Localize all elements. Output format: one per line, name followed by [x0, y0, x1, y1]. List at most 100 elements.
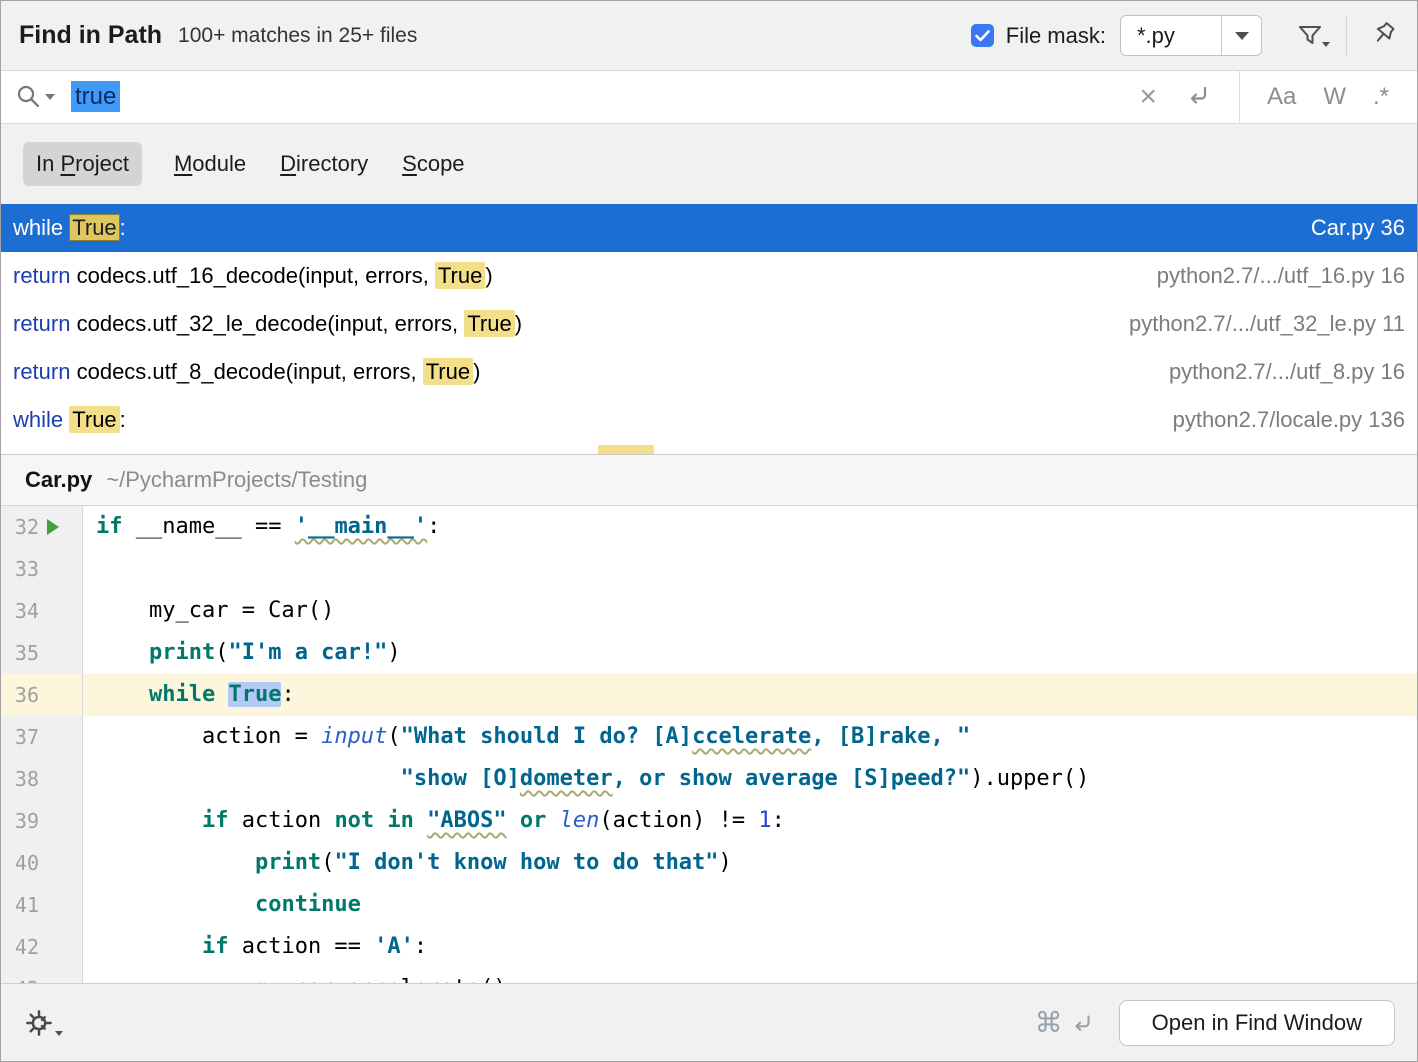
chevron-down-icon[interactable]	[1221, 16, 1261, 55]
code-line: 42 if action == 'A':	[1, 926, 1417, 968]
results-list: while True: Car.py 36 return codecs.utf_16…	[1, 204, 1417, 444]
code-text[interactable]	[83, 548, 96, 590]
search-options-separator	[1239, 71, 1240, 124]
search-icon[interactable]	[1, 83, 63, 111]
line-number: 40	[1, 842, 39, 884]
code-line: 36 while True:	[1, 674, 1417, 716]
result-text: return codecs.utf_8_decode(input, errors…	[13, 359, 480, 385]
editor-gutter: 43	[1, 968, 83, 983]
code-line: 41 continue	[1, 884, 1417, 926]
result-text: while True:	[13, 407, 126, 433]
editor-gutter: 36	[1, 674, 83, 716]
open-in-find-window-button[interactable]: Open in Find Window	[1119, 1000, 1395, 1046]
code-text[interactable]: print("I'm a car!")	[83, 632, 401, 674]
editor-gutter: 33	[1, 548, 83, 590]
editor-gutter: 34	[1, 590, 83, 632]
file-mask-label: File mask:	[1006, 23, 1106, 49]
code-text[interactable]: if action == 'A':	[83, 926, 427, 968]
preview-file-name: Car.py	[25, 467, 92, 493]
file-mask-checkbox[interactable]	[971, 24, 994, 47]
code-text[interactable]: if action not in "ABOS" or len(action) !…	[83, 800, 785, 842]
line-number: 39	[1, 800, 39, 842]
code-text[interactable]: action = input("What should I do? [A]cce…	[83, 716, 970, 758]
scope-tabs: In Project Module Directory Scope	[1, 124, 1417, 204]
line-number: 34	[1, 590, 39, 632]
code-line: 35 print("I'm a car!")	[1, 632, 1417, 674]
code-line: 33	[1, 548, 1417, 590]
line-number: 35	[1, 632, 39, 674]
code-line: 40 print("I don't know how to do that")	[1, 842, 1417, 884]
code-text[interactable]: print("I don't know how to do that")	[83, 842, 732, 884]
code-line: 37 action = input("What should I do? [A]…	[1, 716, 1417, 758]
result-file-reference: python2.7/.../utf_8.py 16	[1149, 359, 1405, 385]
editor-gutter: 40	[1, 842, 83, 884]
result-row[interactable]: return codecs.utf_16_decode(input, error…	[1, 252, 1417, 300]
code-text[interactable]: continue	[83, 884, 361, 926]
result-file-reference: python2.7/locale.py 136	[1153, 407, 1405, 433]
scope-tab-module[interactable]: Module	[172, 142, 248, 186]
checkmark-icon	[975, 30, 990, 42]
match-summary: 100+ matches in 25+ files	[178, 24, 417, 48]
editor-gutter: 32	[1, 506, 83, 548]
titlebar: Find in Path 100+ matches in 25+ files F…	[1, 1, 1417, 70]
filter-icon[interactable]	[1296, 23, 1324, 49]
editor-gutter: 37	[1, 716, 83, 758]
scope-tab-scope[interactable]: Scope	[400, 142, 466, 186]
whole-words-toggle[interactable]: W	[1323, 83, 1346, 111]
search-options: × Aa W .*	[1139, 71, 1417, 123]
line-number: 43	[1, 968, 39, 983]
line-number: 37	[1, 716, 39, 758]
scope-tab-in-project[interactable]: In Project	[23, 142, 142, 186]
dialog-title: Find in Path	[19, 21, 162, 50]
clipped-result-row	[1, 444, 1417, 454]
code-line: 39 if action not in "ABOS" or len(action…	[1, 800, 1417, 842]
editor-gutter: 39	[1, 800, 83, 842]
file-mask-value[interactable]: *.py	[1121, 23, 1221, 49]
preview-header: Car.py ~/PycharmProjects/Testing	[1, 454, 1417, 506]
result-text: return codecs.utf_16_decode(input, error…	[13, 263, 493, 289]
code-editor[interactable]: 32 if __name__ == '__main__': 3334 my_car …	[1, 506, 1417, 983]
result-row[interactable]: while True: Car.py 36	[1, 204, 1417, 252]
match-case-toggle[interactable]: Aa	[1267, 83, 1296, 111]
result-row[interactable]: while True: python2.7/locale.py 136	[1, 396, 1417, 444]
search-query-text: true	[71, 81, 120, 112]
code-text[interactable]: "show [O]dometer, or show average [S]pee…	[83, 758, 1089, 800]
clipped-match-highlight	[598, 445, 654, 454]
line-number: 38	[1, 758, 39, 800]
file-mask-combo[interactable]: *.py	[1120, 15, 1262, 56]
footer: ⌘ Open in Find Window	[1, 983, 1417, 1061]
editor-gutter: 41	[1, 884, 83, 926]
gear-icon[interactable]	[23, 1007, 55, 1039]
line-number: 42	[1, 926, 39, 968]
regex-toggle[interactable]: .*	[1373, 83, 1389, 111]
run-icon[interactable]	[47, 519, 59, 535]
preview-file-path: ~/PycharmProjects/Testing	[106, 467, 367, 493]
search-input[interactable]: true	[71, 83, 120, 111]
result-row[interactable]: return codecs.utf_32_le_decode(input, er…	[1, 300, 1417, 348]
result-file-reference: Car.py 36	[1291, 215, 1405, 241]
line-number: 41	[1, 884, 39, 926]
code-line: 34 my_car = Car()	[1, 590, 1417, 632]
code-line: 43 my_car.accelerate()	[1, 968, 1417, 983]
titlebar-actions: File mask: *.py	[971, 15, 1399, 56]
code-text[interactable]: my_car.accelerate()	[83, 968, 507, 983]
command-key-icon: ⌘	[1035, 1006, 1063, 1039]
gear-caret-icon	[55, 1031, 63, 1036]
line-number: 33	[1, 548, 39, 590]
search-history-caret-icon	[45, 94, 55, 100]
code-text[interactable]: if __name__ == '__main__':	[83, 506, 440, 548]
search-bar: true × Aa W .*	[1, 70, 1417, 124]
new-line-icon[interactable]	[1184, 81, 1212, 114]
editor-gutter: 38	[1, 758, 83, 800]
line-number: 32	[1, 506, 39, 548]
result-text: return codecs.utf_32_le_decode(input, er…	[13, 311, 522, 337]
clear-search-icon[interactable]: ×	[1139, 82, 1157, 112]
code-text[interactable]: while True:	[83, 674, 295, 716]
pin-icon[interactable]	[1369, 21, 1399, 51]
line-number: 36	[1, 674, 39, 716]
code-text[interactable]: my_car = Car()	[83, 590, 334, 632]
result-row[interactable]: return codecs.utf_8_decode(input, errors…	[1, 348, 1417, 396]
result-text: while True:	[13, 215, 126, 241]
scope-tab-directory[interactable]: Directory	[278, 142, 370, 186]
editor-gutter: 42	[1, 926, 83, 968]
